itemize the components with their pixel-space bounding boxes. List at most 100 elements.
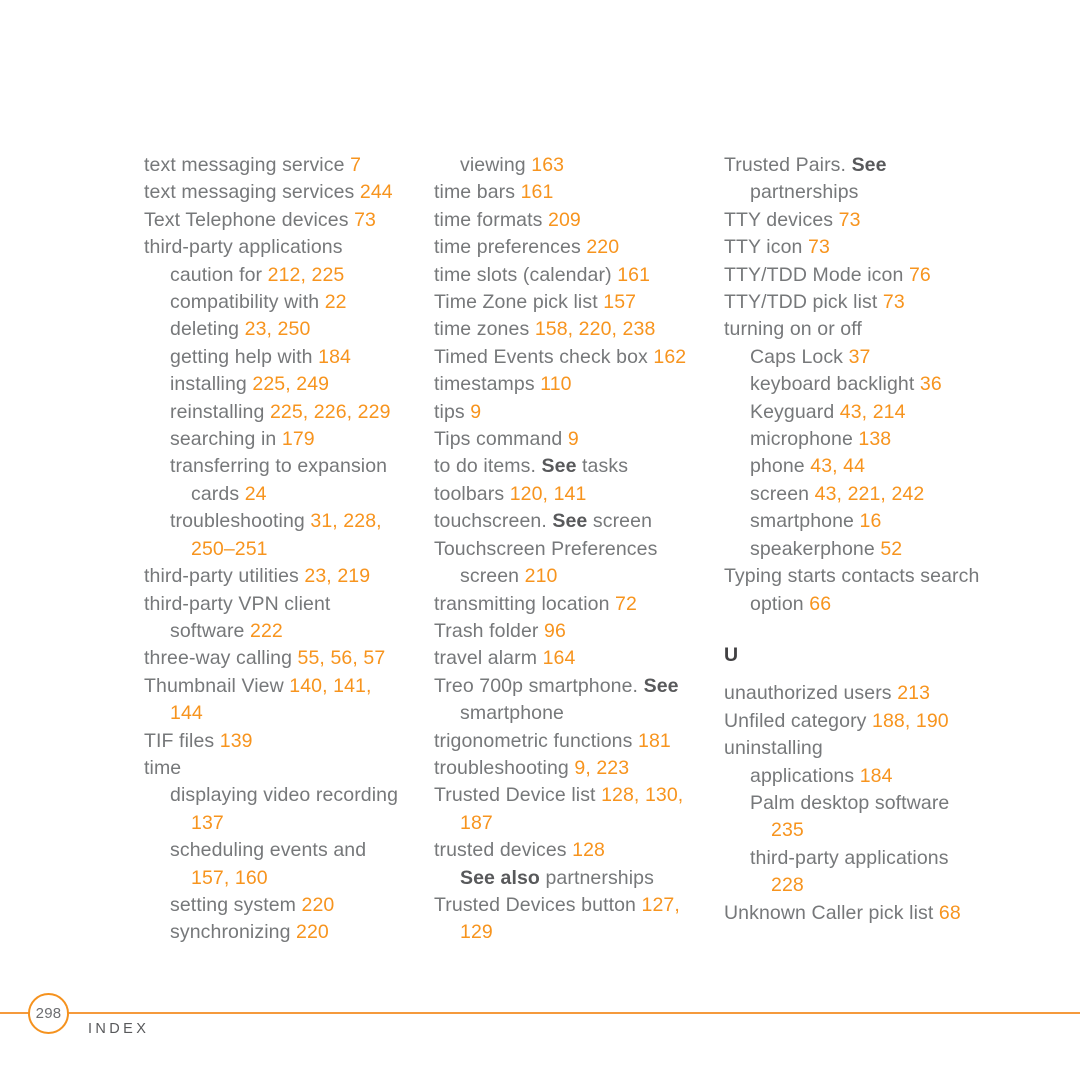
entry-text: Thumbnail View — [144, 674, 290, 697]
entry-page-number[interactable]: 220 — [296, 921, 329, 943]
entry-page-number[interactable]: 23, 219 — [304, 565, 370, 587]
entry-page-number[interactable]: 36 — [920, 373, 942, 395]
entry-page-number[interactable]: 222 — [250, 620, 283, 642]
entry-page-number[interactable]: 73 — [354, 209, 376, 231]
entry-page-number[interactable]: 157, 160 — [191, 867, 268, 889]
entry-page-number[interactable]: 66 — [809, 593, 831, 615]
entry-text: screen — [587, 510, 653, 533]
column-1: text messaging service 7 text messaging s… — [144, 152, 434, 947]
entry-page-number[interactable]: 128, 130, — [601, 784, 683, 806]
index-entry: software 222 — [144, 618, 434, 645]
entry-text: Unfiled category — [724, 709, 873, 732]
entry-page-number[interactable]: 9, 223 — [574, 757, 629, 779]
index-entry: transferring to expansion — [144, 453, 434, 480]
entry-text: Trash folder — [434, 619, 545, 642]
index-entry: setting system 220 — [144, 892, 434, 919]
entry-page-number[interactable]: 220 — [586, 236, 619, 258]
index-entry: 129 — [434, 919, 724, 946]
entry-page-number[interactable]: 73 — [808, 236, 830, 258]
entry-page-number[interactable]: 184 — [318, 346, 351, 368]
entry-page-number[interactable]: 68 — [939, 902, 961, 924]
entry-page-number[interactable]: 43, 221, 242 — [815, 483, 925, 505]
entry-page-number[interactable]: 43, 214 — [840, 401, 906, 423]
entry-page-number[interactable]: 140, 141, — [289, 675, 371, 697]
entry-page-number[interactable]: 164 — [543, 647, 576, 669]
entry-page-number[interactable]: 235 — [771, 819, 804, 841]
index-entry: TTY/TDD Mode icon 76 — [724, 262, 1014, 289]
entry-text: transferring to expansion — [170, 455, 388, 478]
index-entry: screen 210 — [434, 563, 724, 590]
entry-text: transmitting location — [434, 592, 616, 615]
entry-page-number[interactable]: 22 — [325, 291, 347, 313]
entry-page-number[interactable]: 127, — [642, 894, 680, 916]
index-entry: touchscreen. See screen — [434, 508, 724, 535]
index-entry: 235 — [724, 817, 1014, 844]
entry-page-number[interactable]: 52 — [880, 538, 902, 560]
entry-page-number[interactable]: 139 — [220, 730, 253, 752]
index-entry: Timed Events check box 162 — [434, 344, 724, 371]
entry-page-number[interactable]: 24 — [245, 483, 267, 505]
entry-page-number[interactable]: 73 — [883, 291, 905, 313]
entry-text: software — [170, 619, 251, 642]
index-entry: 250–251 — [144, 536, 434, 563]
entry-page-number[interactable]: 129 — [460, 921, 493, 943]
entry-page-number[interactable]: 225, 249 — [252, 373, 329, 395]
entry-page-number[interactable]: 209 — [548, 209, 581, 231]
entry-page-number[interactable]: 187 — [460, 812, 493, 834]
entry-text: installing — [170, 373, 253, 396]
entry-text: time zones — [434, 318, 535, 341]
entry-page-number[interactable]: 96 — [544, 620, 566, 642]
entry-page-number[interactable]: 110 — [540, 373, 571, 395]
entry-page-number[interactable]: 31, 228, — [310, 510, 381, 532]
entry-page-number[interactable]: 213 — [897, 682, 930, 704]
entry-page-number[interactable]: 73 — [839, 209, 861, 231]
entry-page-number[interactable]: 43, 44 — [810, 455, 865, 477]
entry-page-number[interactable]: 157 — [603, 291, 636, 313]
entry-page-number[interactable]: 16 — [860, 510, 882, 532]
entry-page-number[interactable]: 23, 250 — [245, 318, 311, 340]
entry-page-number[interactable]: 181 — [638, 730, 671, 752]
entry-page-number[interactable]: 161 — [521, 181, 554, 203]
entry-page-number[interactable]: 138 — [858, 428, 891, 450]
entry-text: timestamps — [434, 373, 541, 396]
entry-page-number[interactable]: 162 — [653, 346, 686, 368]
entry-page-number[interactable]: 188, 190 — [872, 710, 949, 732]
entry-page-number[interactable]: 137 — [191, 812, 224, 834]
entry-page-number[interactable]: 9 — [470, 401, 481, 423]
entry-page-number[interactable]: 212, 225 — [268, 264, 345, 286]
entry-page-number[interactable]: 9 — [568, 428, 579, 450]
entry-page-number[interactable]: 128 — [572, 839, 605, 861]
entry-page-number[interactable]: 144 — [170, 702, 203, 724]
entry-page-number[interactable]: 37 — [849, 346, 871, 368]
entry-text: smartphone — [460, 702, 564, 725]
entry-page-number[interactable]: 228 — [771, 874, 804, 896]
entry-page-number[interactable]: 250–251 — [191, 538, 268, 560]
index-entry: scheduling events and — [144, 837, 434, 864]
entry-page-number[interactable]: 76 — [909, 264, 931, 286]
entry-text: cards — [191, 482, 245, 505]
cross-reference-label: See — [552, 510, 588, 533]
entry-page-number[interactable]: 244 — [360, 181, 393, 203]
entry-text: tasks — [576, 455, 629, 478]
entry-page-number[interactable]: 72 — [615, 593, 637, 615]
entry-page-number[interactable]: 7 — [350, 154, 361, 176]
index-columns: text messaging service 7 text messaging s… — [144, 152, 1044, 947]
index-entry: to do items. See tasks — [434, 453, 724, 480]
entry-page-number[interactable]: 179 — [282, 428, 315, 450]
entry-page-number[interactable]: 210 — [525, 565, 558, 587]
entry-page-number[interactable]: 220 — [302, 894, 335, 916]
entry-text: Unknown Caller pick list — [724, 901, 939, 924]
entry-page-number[interactable]: 163 — [531, 154, 564, 176]
entry-page-number[interactable]: 184 — [860, 765, 893, 787]
entry-text: Caps Lock — [750, 345, 849, 368]
entry-page-number[interactable]: 225, 226, 229 — [270, 401, 391, 423]
index-entry: 187 — [434, 810, 724, 837]
entry-text: Text Telephone devices — [144, 208, 355, 231]
entry-page-number[interactable]: 120, 141 — [510, 483, 587, 505]
entry-page-number[interactable]: 161 — [617, 264, 650, 286]
index-entry: keyboard backlight 36 — [724, 371, 1014, 398]
entry-page-number[interactable]: 158, 220, 238 — [535, 318, 656, 340]
entry-text: three-way calling — [144, 647, 298, 670]
entry-page-number[interactable]: 55, 56, 57 — [298, 647, 386, 669]
entry-text: setting system — [170, 893, 302, 916]
